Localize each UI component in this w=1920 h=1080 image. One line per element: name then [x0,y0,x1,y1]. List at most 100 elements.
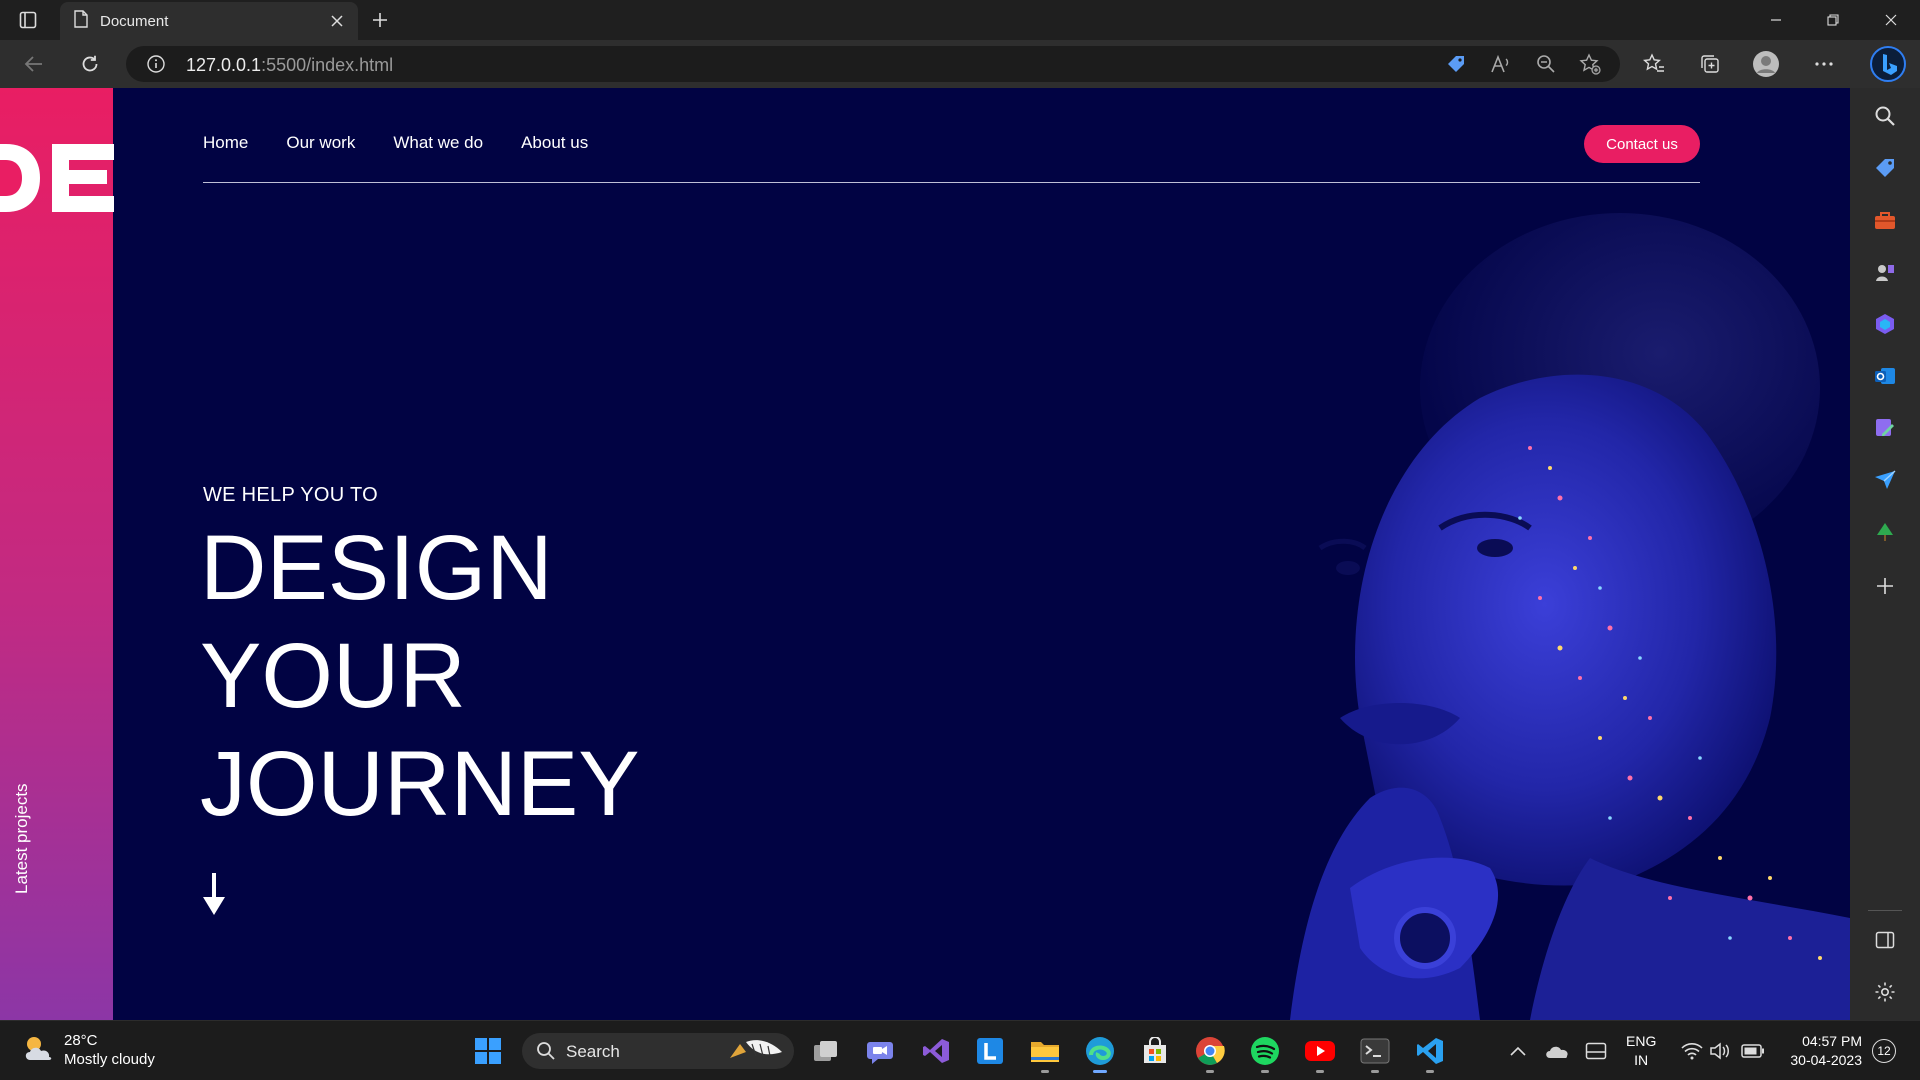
battery-icon[interactable] [1735,1033,1771,1069]
nav-home[interactable]: Home [203,133,248,153]
contact-button[interactable]: Contact us [1584,125,1700,163]
sidebar-shopping-icon[interactable] [1871,154,1899,182]
refresh-icon[interactable] [76,50,104,78]
terminal-icon[interactable] [1357,1033,1393,1073]
main-nav: Home Our work What we do About us [203,133,588,153]
teams-chat-icon[interactable] [862,1033,898,1069]
favorites-icon[interactable] [1640,50,1668,78]
tab-bar: Document [0,0,1920,40]
sidebar-send-icon[interactable] [1871,466,1899,494]
active-indicator [1093,1070,1107,1073]
tab-title: Document [100,12,169,30]
side-strip: Latest projects [0,88,115,1020]
url-text: 127.0.0.1:5500/index.html [186,55,393,76]
search-highlight-icon [724,1036,788,1071]
weather-condition: Mostly cloudy [64,1051,155,1068]
sidebar-settings-icon[interactable] [1871,978,1899,1006]
nav-what-we-do[interactable]: What we do [393,133,483,153]
collections-icon[interactable] [1696,50,1724,78]
site-logo[interactable] [0,138,115,218]
edge-sidebar [1850,88,1920,1020]
active-tab[interactable]: Document [60,2,358,40]
coupon-tag-icon[interactable] [1442,50,1470,78]
hero-headline: DESIGN YOUR JOURNEY [200,514,640,838]
url-field[interactable]: 127.0.0.1:5500/index.html [126,46,1620,82]
add-favorite-icon[interactable] [1576,50,1604,78]
search-label: Search [566,1042,620,1061]
close-window-icon[interactable] [1877,6,1905,34]
sidebar-panel-toggle-icon[interactable] [1871,926,1899,954]
zoom-out-icon[interactable] [1532,50,1560,78]
sidebar-tools-icon[interactable] [1871,206,1899,234]
l-app-icon[interactable] [972,1033,1008,1069]
weather-temperature: 28°C [64,1032,98,1049]
new-tab-icon[interactable] [368,8,392,32]
running-indicator [1041,1070,1049,1073]
language-code: ENG [1626,1033,1657,1049]
sidebar-designer-icon[interactable] [1871,414,1899,442]
site-info-icon[interactable] [146,54,166,74]
sidebar-add-icon[interactable] [1871,572,1899,600]
scroll-down-arrow-icon[interactable] [202,873,226,917]
task-view-icon[interactable] [808,1033,844,1069]
address-bar: 127.0.0.1:5500/index.html [0,40,1920,88]
input-language[interactable]: ENG IN [1626,1032,1656,1070]
search-icon [536,1041,556,1066]
tab-actions-icon[interactable] [16,8,40,32]
latest-projects-link[interactable]: Latest projects [12,783,32,894]
taskbar-search-box[interactable]: Search [522,1033,794,1069]
running-indicator [1426,1070,1434,1073]
chrome-icon[interactable] [1192,1033,1228,1073]
running-indicator [1261,1070,1269,1073]
start-button-icon[interactable] [470,1033,506,1069]
onedrive-icon[interactable] [1539,1033,1575,1069]
profile-avatar-icon[interactable] [1752,50,1780,78]
sidebar-microsoft365-icon[interactable] [1871,310,1899,338]
minimize-icon[interactable] [1762,6,1790,34]
sidebar-outlook-icon[interactable] [1871,362,1899,390]
headline-line-2: YOUR [200,625,466,727]
nav-our-work[interactable]: Our work [286,133,355,153]
url-path: :5500/index.html [261,55,394,75]
running-indicator [1206,1070,1214,1073]
sidebar-divider [1868,910,1902,911]
clock-date: 30-04-2023 [1790,1052,1862,1068]
more-menu-icon[interactable] [1810,50,1838,78]
nav-about-us[interactable]: About us [521,133,588,153]
web-page: Latest projects Home Our work What we do… [0,88,1850,1020]
back-icon[interactable] [20,50,48,78]
volume-icon[interactable] [1702,1033,1738,1069]
clock-time: 04:57 PM [1802,1033,1862,1049]
weather-widget[interactable]: 28°C Mostly cloudy [22,1031,155,1069]
youtube-icon[interactable] [1302,1033,1338,1073]
bing-chat-icon[interactable] [1868,44,1908,84]
nav-divider [203,182,1700,183]
hero-eyebrow: WE HELP YOU TO [203,484,379,506]
microsoft-store-icon[interactable] [1137,1033,1173,1069]
edge-browser-icon[interactable] [1082,1033,1118,1073]
taskbar: 28°C Mostly cloudy Search ENG IN 04:57 P… [0,1020,1920,1080]
region-code: IN [1634,1052,1649,1068]
running-indicator [1371,1070,1379,1073]
running-indicator [1316,1070,1324,1073]
clock[interactable]: 04:57 PM 30-04-2023 [1780,1032,1862,1070]
sidebar-games-icon[interactable] [1871,258,1899,286]
sidebar-search-icon[interactable] [1871,102,1899,130]
visual-studio-icon[interactable] [918,1033,954,1069]
spotify-icon[interactable] [1247,1033,1283,1073]
read-aloud-icon[interactable] [1487,50,1515,78]
notification-badge[interactable]: 12 [1872,1039,1896,1063]
restore-icon[interactable] [1819,6,1847,34]
close-tab-icon[interactable] [328,12,346,30]
headline-line-1: DESIGN [200,517,553,619]
vscode-icon[interactable] [1412,1033,1448,1073]
cloud-sun-icon [22,1034,56,1067]
hero-portrait-image [1230,198,1850,1020]
headline-line-3: JOURNEY [200,733,640,835]
sidebar-tree-icon[interactable] [1871,518,1899,546]
url-host: 127.0.0.1 [186,55,262,75]
display-icon[interactable] [1578,1033,1614,1069]
document-icon [74,9,88,33]
file-explorer-icon[interactable] [1027,1033,1063,1073]
show-hidden-icons-chevron-icon[interactable] [1500,1033,1536,1069]
